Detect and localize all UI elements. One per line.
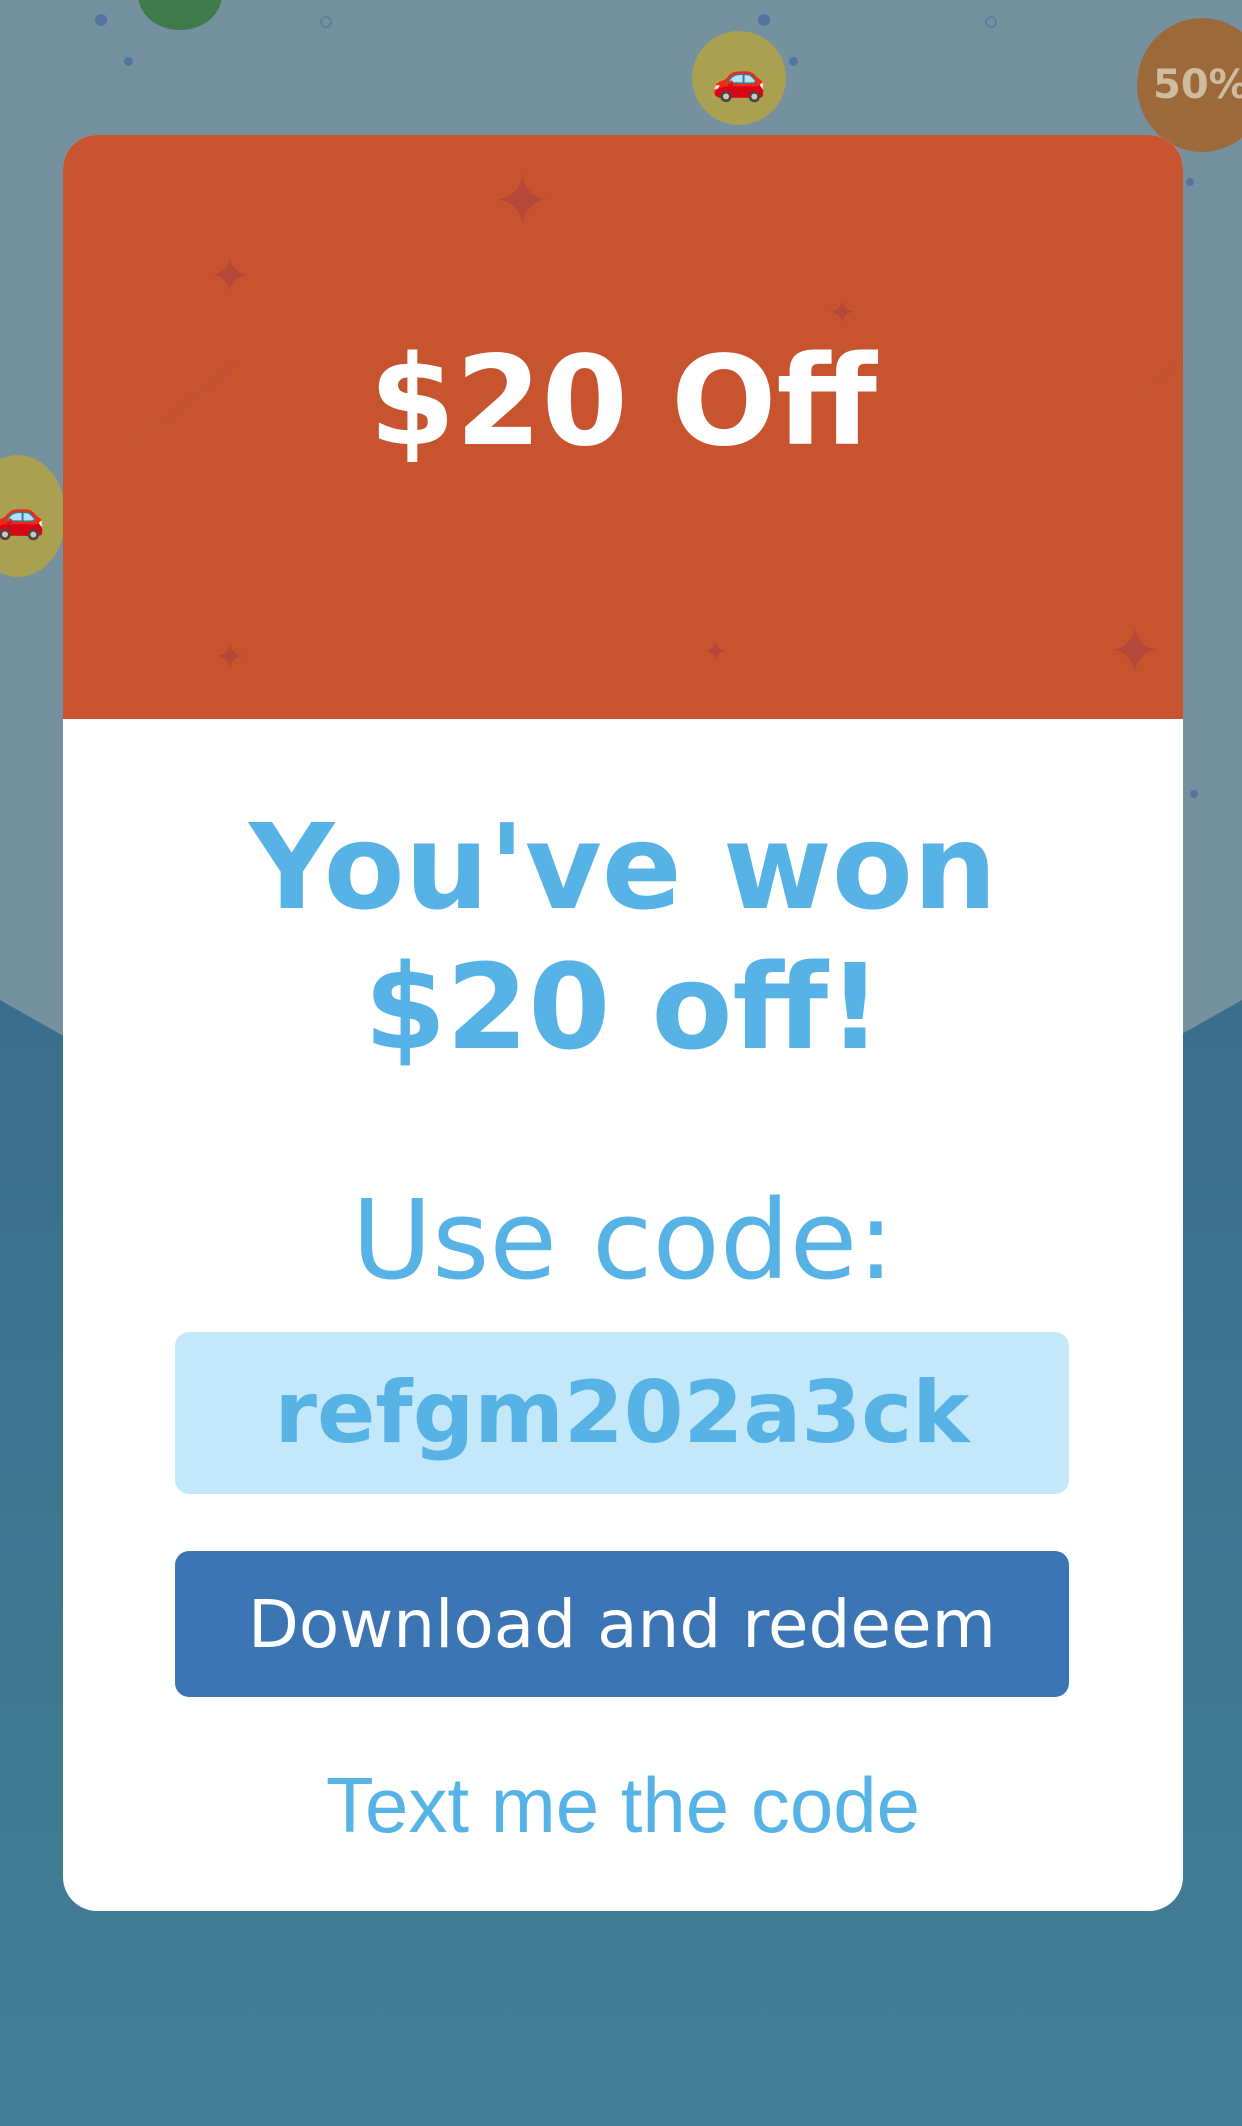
car-icon: 🚗 <box>0 491 46 542</box>
win-headline-line1: You've won <box>249 798 997 936</box>
win-headline: You've won $20 off! <box>63 797 1183 1077</box>
background-ring <box>985 16 997 28</box>
discount-badge-text: 50% <box>1153 62 1242 108</box>
sparkle-icon: ✦ <box>209 247 251 305</box>
background-dot <box>1190 790 1198 798</box>
background-dot <box>789 57 798 66</box>
sparkle-icon: ✦ <box>703 635 729 670</box>
background-coin-car: 🚗 <box>692 31 786 125</box>
reward-modal: ✦ ✦ ✦ ✦ ✦ ✦ $20 Off You've won $20 off! … <box>63 135 1183 1911</box>
background-dot <box>95 14 107 26</box>
background-dot <box>124 57 133 66</box>
download-and-redeem-button[interactable]: Download and redeem <box>175 1551 1069 1697</box>
background-ring <box>320 16 332 28</box>
text-me-code-link[interactable]: Text me the code <box>63 1760 1183 1851</box>
sparkle-icon: ✦ <box>828 293 857 333</box>
car-icon: 🚗 <box>711 53 767 104</box>
sparkle-icon: ✦ <box>493 160 552 242</box>
sparkle-icon: ✦ <box>1108 615 1162 689</box>
reward-title: $20 Off <box>369 330 877 474</box>
promo-code-text: refgm202a3ck <box>274 1363 970 1463</box>
promo-code-box[interactable]: refgm202a3ck <box>175 1332 1069 1494</box>
win-headline-line2: $20 off! <box>364 938 882 1076</box>
background-dot <box>758 14 770 26</box>
use-code-label: Use code: <box>351 1176 895 1304</box>
redeem-button-label: Download and redeem <box>248 1585 996 1663</box>
background-dot <box>1186 178 1194 186</box>
sparkle-icon: ✦ <box>215 637 246 678</box>
reward-header: ✦ ✦ ✦ ✦ ✦ ✦ $20 Off <box>63 135 1183 719</box>
